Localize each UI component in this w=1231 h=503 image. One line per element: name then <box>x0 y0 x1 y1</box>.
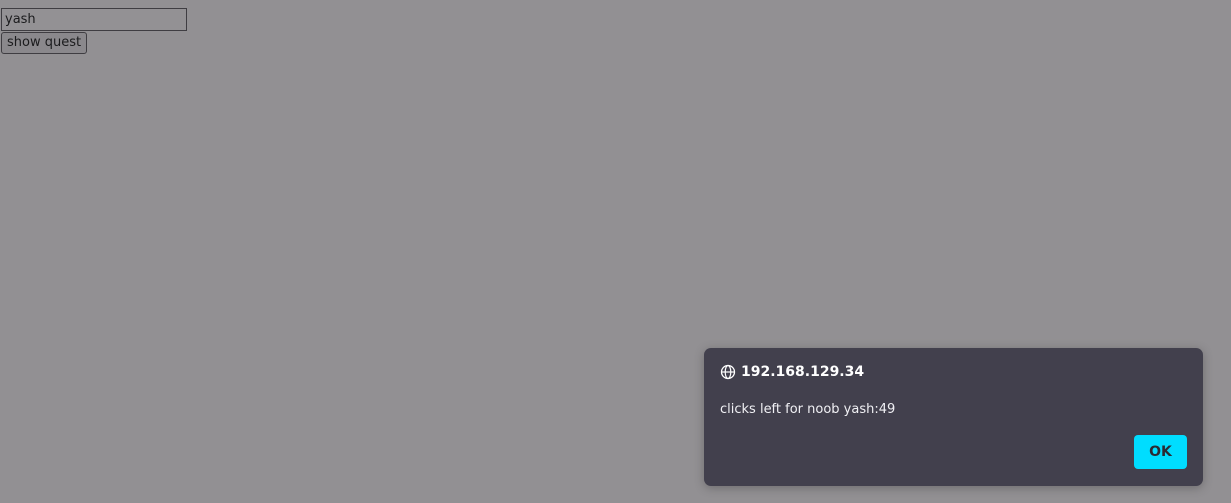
show-quest-button[interactable]: show quest <box>1 32 88 54</box>
globe-icon <box>720 364 736 380</box>
dialog-message: clicks left for noob yash:49 <box>720 402 896 417</box>
dialog-origin: 192.168.129.34 <box>741 364 865 380</box>
ok-button[interactable]: OK <box>1134 435 1187 469</box>
alert-dialog: 192.168.129.34 clicks left for noob yash… <box>704 348 1203 486</box>
dialog-header: 192.168.129.34 <box>720 363 864 381</box>
name-input[interactable] <box>1 8 187 31</box>
